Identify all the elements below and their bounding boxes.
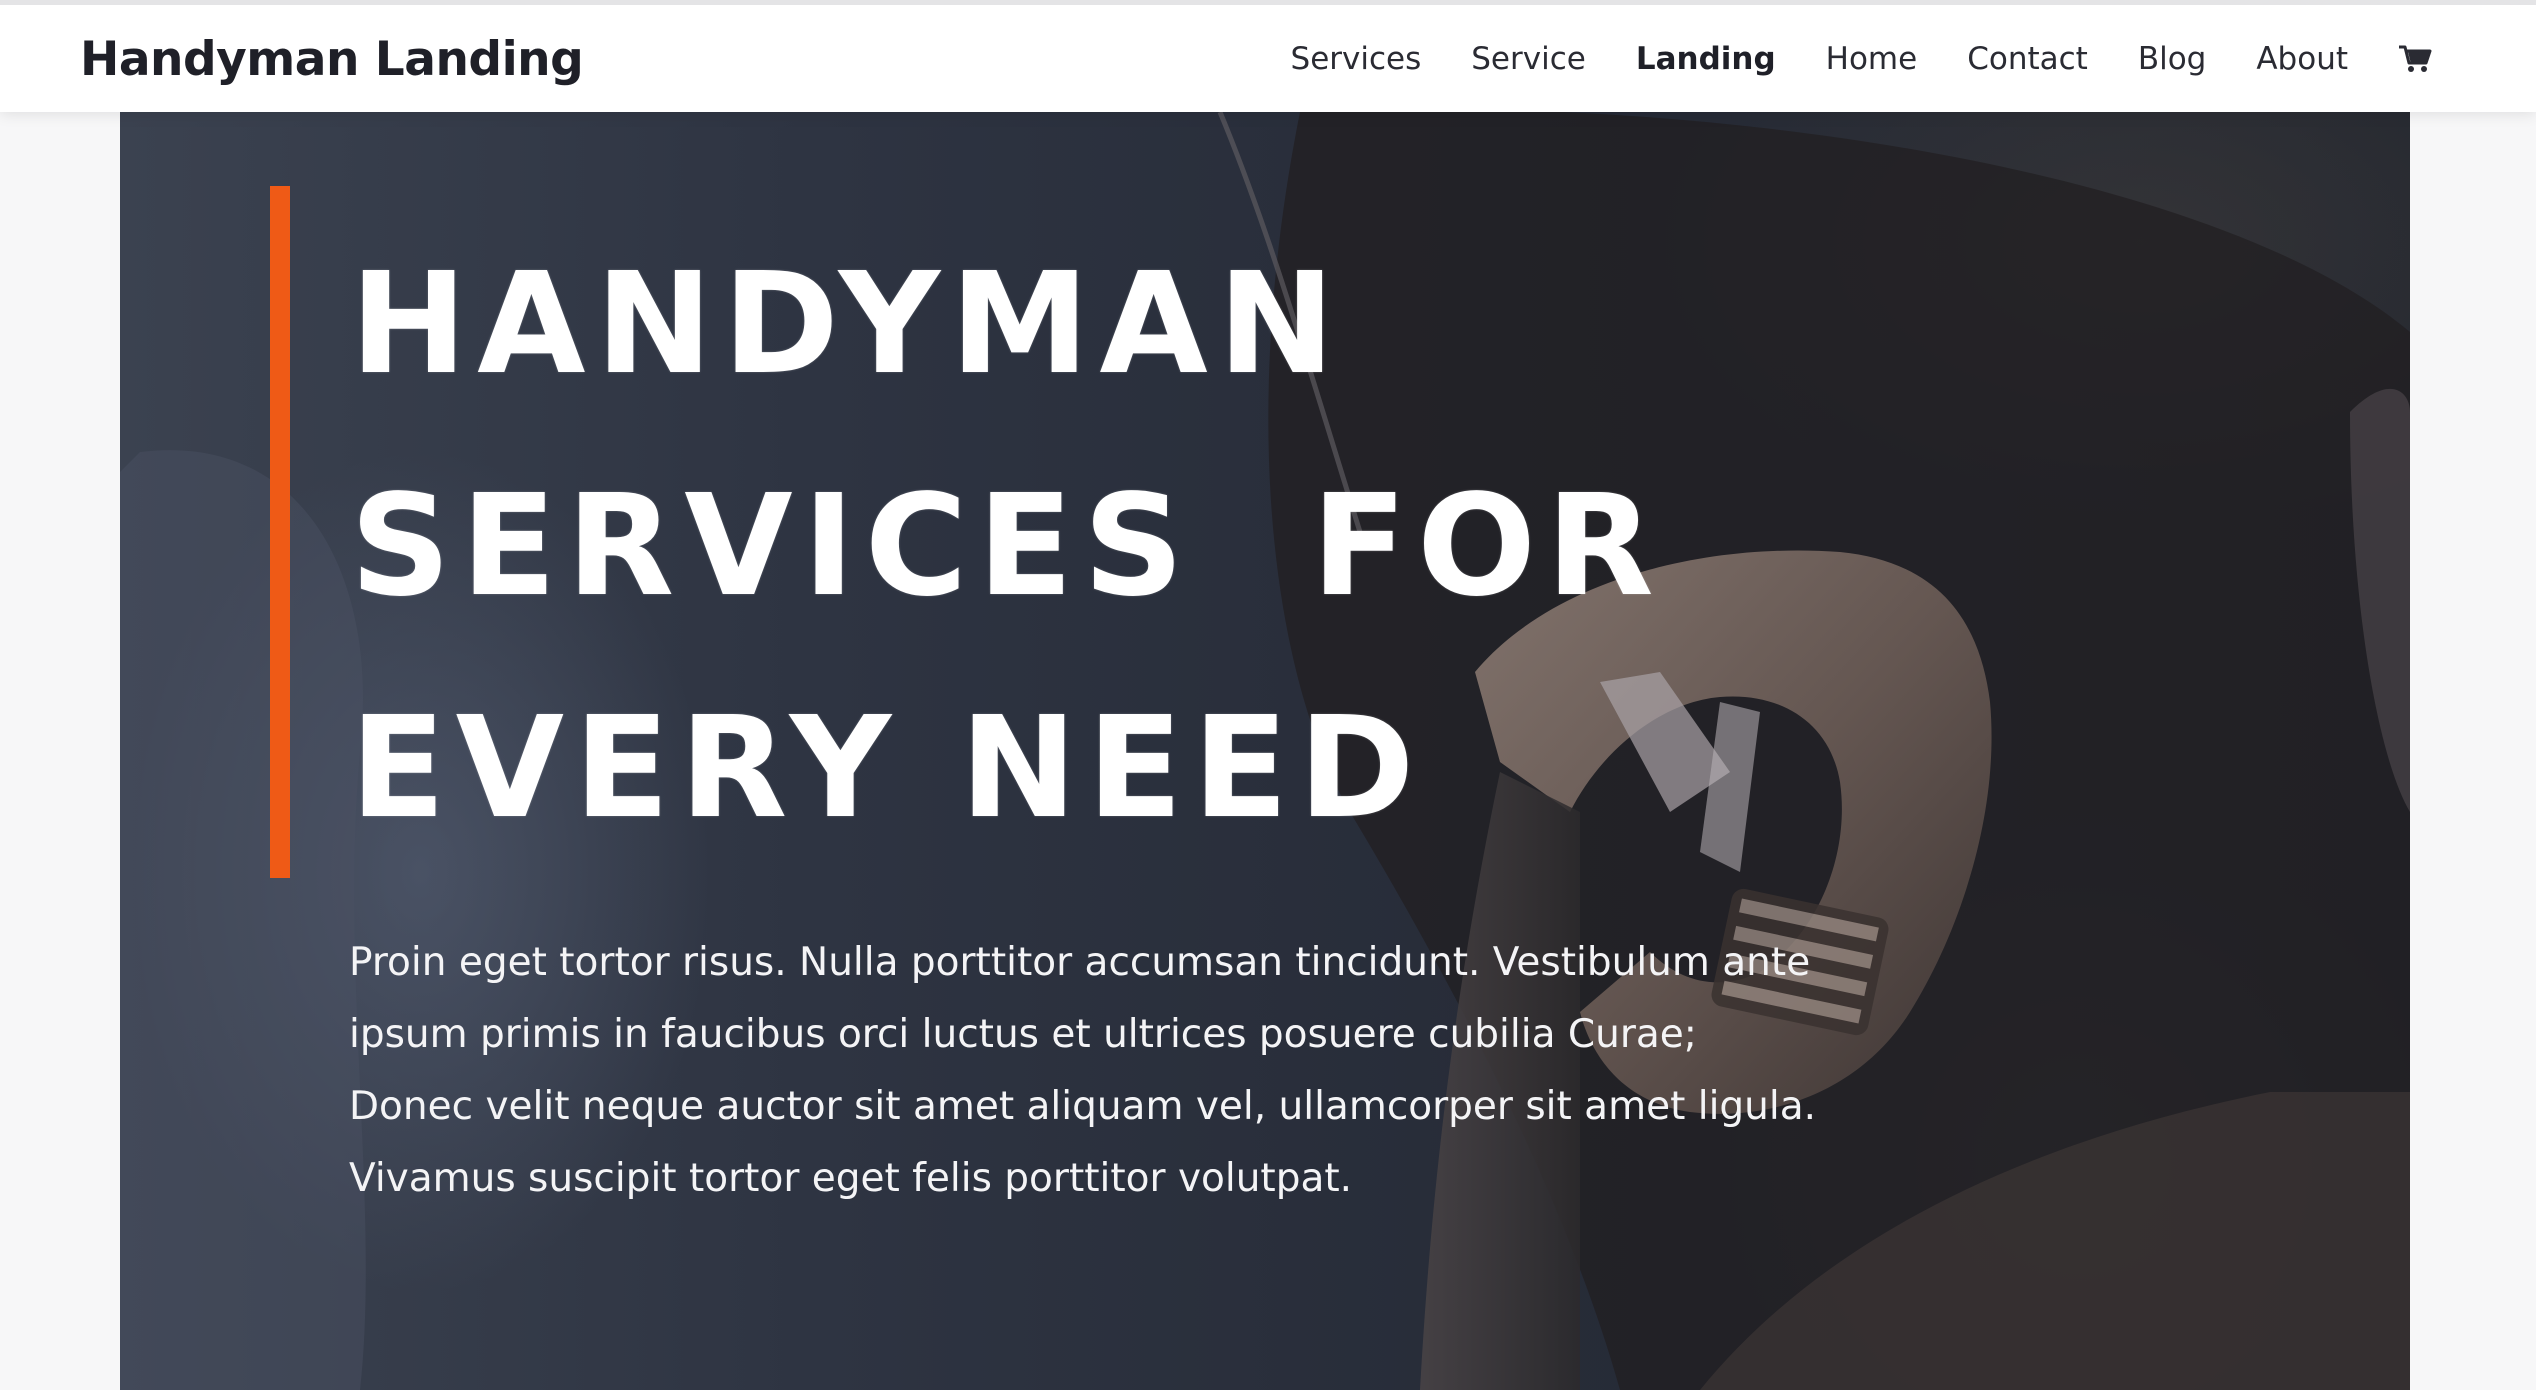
window-top-edge [0,0,2536,5]
hero-title: HANDYMAN SERVICES FOR EVERY NEED [350,214,1750,880]
site-title[interactable]: Handyman Landing [80,32,584,87]
nav-item-service[interactable]: Service [1471,41,1586,77]
hero-text-line: Vivamus suscipit tortor eget felis portt… [349,1156,1353,1201]
cart-icon[interactable] [2398,44,2432,74]
hero-description: Proin eget tortor risus. Nulla porttitor… [349,927,1817,1215]
nav-item-about[interactable]: About [2256,41,2348,77]
accent-bar [270,186,290,878]
nav-item-blog[interactable]: Blog [2138,41,2207,77]
hero-title-line: SERVICES FOR [350,465,1664,628]
nav-item-landing[interactable]: Landing [1636,41,1776,77]
hero-text-line: Donec velit neque auctor sit amet aliqua… [349,1084,1817,1129]
nav-item-contact[interactable]: Contact [1967,41,2088,77]
nav-item-services[interactable]: Services [1291,41,1422,77]
hero-text-line: ipsum primis in faucibus orci luctus et … [349,1012,1697,1057]
site-header: Handyman Landing Services Service Landin… [0,5,2536,112]
main-nav: Services Service Landing Home Contact Bl… [1291,5,2432,112]
page: Handyman Landing Services Service Landin… [0,0,2536,1390]
hero-title-line: EVERY NEED [350,687,1425,850]
nav-item-home[interactable]: Home [1826,41,1918,77]
hero-text-line: Proin eget tortor risus. Nulla porttitor… [349,940,1811,985]
hero-section: HANDYMAN SERVICES FOR EVERY NEED Proin e… [120,112,2410,1390]
hero-title-line: HANDYMAN [350,243,1345,406]
